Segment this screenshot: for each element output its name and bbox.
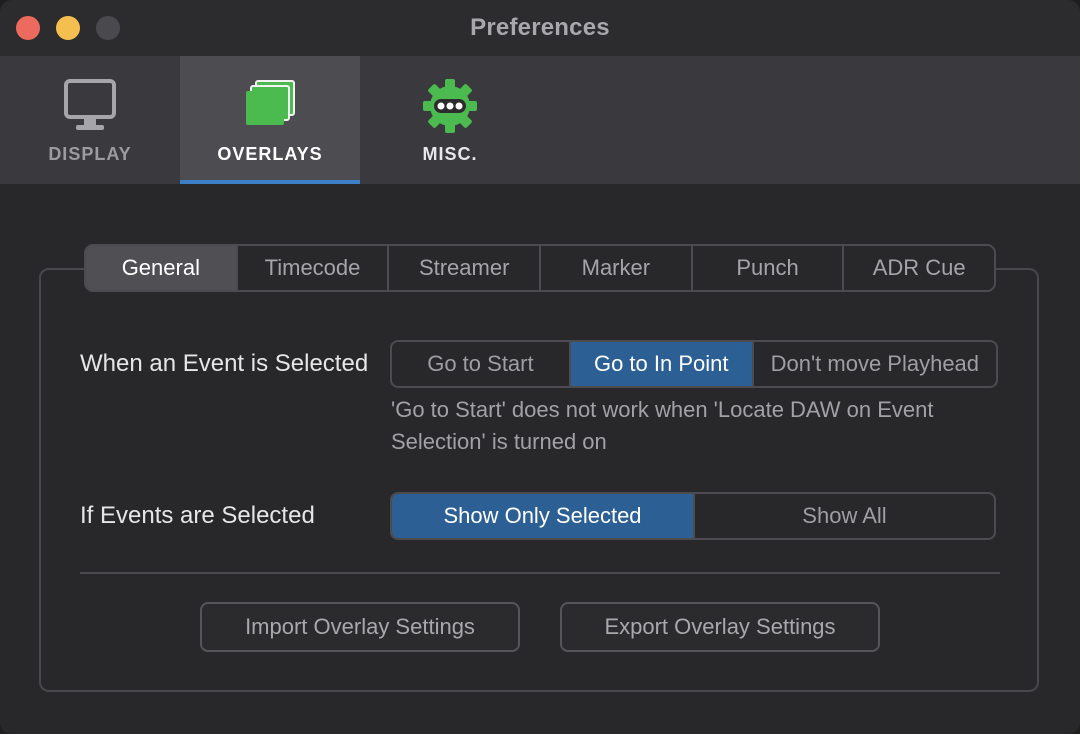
toolbar-item-label: DISPLAY <box>48 144 132 164</box>
go-to-start-option[interactable]: Go to Start <box>392 342 569 386</box>
show-all-option[interactable]: Show All <box>693 494 994 538</box>
window-title: Preferences <box>470 14 610 41</box>
tab-general[interactable]: General <box>86 246 236 290</box>
tab-timecode[interactable]: Timecode <box>235 246 388 290</box>
toolbar-item-label: OVERLAYS <box>217 144 323 164</box>
toolbar-item-misc[interactable]: MISC. <box>360 56 540 184</box>
tab-streamer[interactable]: Streamer <box>387 246 539 290</box>
tab-marker[interactable]: Marker <box>539 246 691 290</box>
overlays-pane: General Timecode Streamer Marker Punch A… <box>0 184 1080 734</box>
go-to-start-hint: 'Go to Start' does not work when 'Locate… <box>391 397 934 454</box>
go-to-in-point-option[interactable]: Go to In Point <box>568 342 752 386</box>
events-selected-segmented-control: Show Only Selected Show All <box>390 492 996 540</box>
overlay-category-tabs: General Timecode Streamer Marker Punch A… <box>84 244 996 292</box>
show-only-selected-option[interactable]: Show Only Selected <box>392 494 693 538</box>
export-overlay-settings-button[interactable]: Export Overlay Settings <box>560 602 880 652</box>
settings-group-box <box>39 268 1039 692</box>
toolbar-item-overlays[interactable]: OVERLAYS <box>180 56 360 184</box>
event-selected-segmented-control: Go to Start Go to In Point Don't move Pl… <box>390 340 998 388</box>
tab-punch[interactable]: Punch <box>690 246 843 290</box>
overlays-icon <box>242 78 298 135</box>
title-bar: Preferences <box>0 0 1080 56</box>
tab-adr-cue[interactable]: ADR Cue <box>842 246 994 290</box>
import-overlay-settings-button[interactable]: Import Overlay Settings <box>200 602 520 652</box>
preferences-window: Preferences DISPLAY OVERLAYS MISC. Gener… <box>0 0 1080 734</box>
events-selected-label: If Events are Selected <box>80 502 315 529</box>
monitor-icon <box>62 78 118 139</box>
toolbar-item-label: MISC. <box>422 144 478 164</box>
dont-move-playhead-option[interactable]: Don't move Playhead <box>751 342 996 386</box>
preferences-toolbar: DISPLAY OVERLAYS MISC. <box>0 56 1080 184</box>
gear-icon <box>422 78 478 139</box>
divider <box>80 572 1000 574</box>
event-selected-label: When an Event is Selected <box>80 350 369 377</box>
toolbar-item-display[interactable]: DISPLAY <box>0 56 180 184</box>
